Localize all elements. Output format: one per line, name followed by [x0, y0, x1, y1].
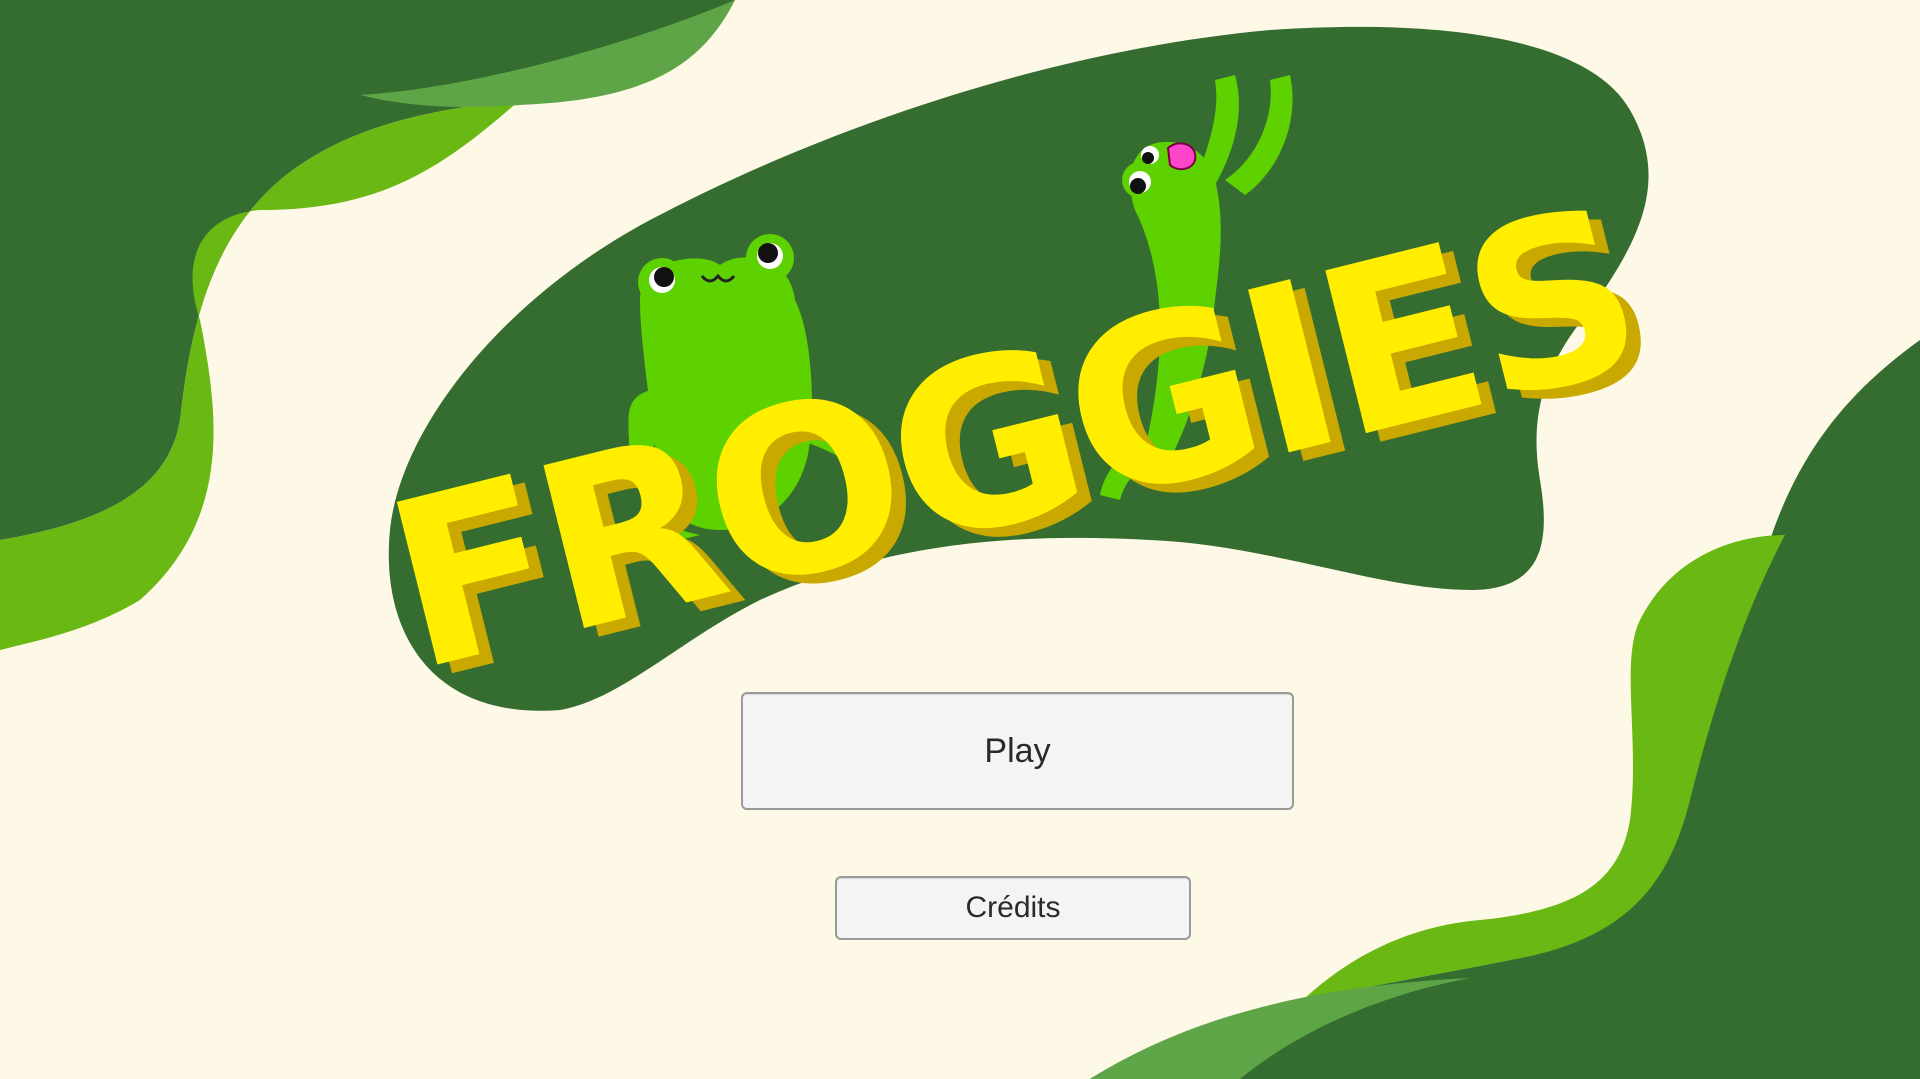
- play-button[interactable]: Play: [741, 692, 1294, 810]
- credits-button[interactable]: Crédits: [835, 876, 1191, 940]
- play-button-label: Play: [984, 731, 1051, 770]
- main-menu-screen: FROGGIES FROGGIES Play Crédits: [0, 0, 1920, 1079]
- credits-button-label: Crédits: [965, 891, 1061, 924]
